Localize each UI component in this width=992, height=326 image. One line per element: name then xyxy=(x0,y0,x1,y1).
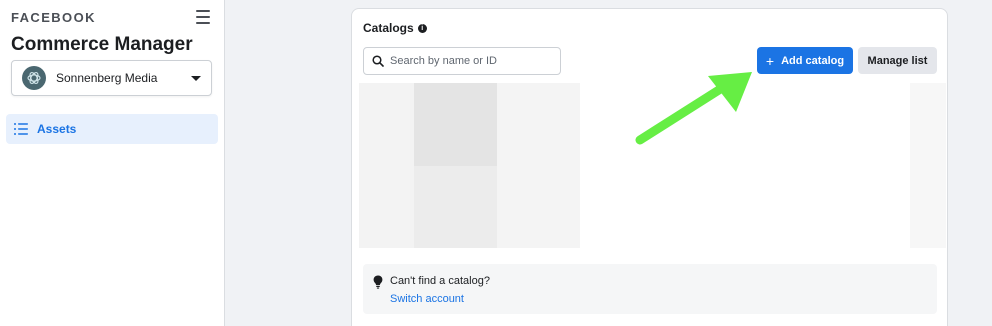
catalogs-card: Catalogs i + Add catalog Manage list Can… xyxy=(351,8,948,326)
loading-placeholder-right xyxy=(910,83,946,248)
sidebar-item-label: Assets xyxy=(37,122,77,136)
help-tip: Can't find a catalog? Switch account xyxy=(363,264,937,314)
sidebar-item-assets[interactable]: Assets xyxy=(6,114,218,144)
facebook-wordmark: FACEBOOK xyxy=(11,10,96,25)
catalogs-title: Catalogs xyxy=(363,21,414,35)
switch-account-link[interactable]: Switch account xyxy=(390,293,464,305)
manage-list-button[interactable]: Manage list xyxy=(858,47,937,74)
tip-text: Can't find a catalog? xyxy=(390,275,490,287)
search-input[interactable] xyxy=(390,55,550,67)
account-name: Sonnenberg Media xyxy=(56,71,158,85)
add-catalog-button[interactable]: + Add catalog xyxy=(757,47,853,74)
lightbulb-icon xyxy=(373,275,383,289)
account-avatar xyxy=(22,66,46,90)
app-title: Commerce Manager xyxy=(11,34,193,55)
card-title: Catalogs i xyxy=(363,21,427,35)
search-icon xyxy=(372,55,384,67)
menu-icon[interactable] xyxy=(196,10,210,24)
sidebar: FACEBOOK Commerce Manager Sonnenberg Med… xyxy=(0,0,225,326)
chevron-down-icon xyxy=(191,75,201,81)
add-catalog-label: Add catalog xyxy=(781,54,845,67)
avatar-logo-icon xyxy=(27,72,41,84)
loading-placeholder xyxy=(359,83,580,248)
info-icon[interactable]: i xyxy=(417,23,427,33)
search-box[interactable] xyxy=(363,47,561,75)
list-icon xyxy=(14,123,28,135)
plus-icon: + xyxy=(765,52,775,69)
account-selector[interactable]: Sonnenberg Media xyxy=(11,60,212,96)
